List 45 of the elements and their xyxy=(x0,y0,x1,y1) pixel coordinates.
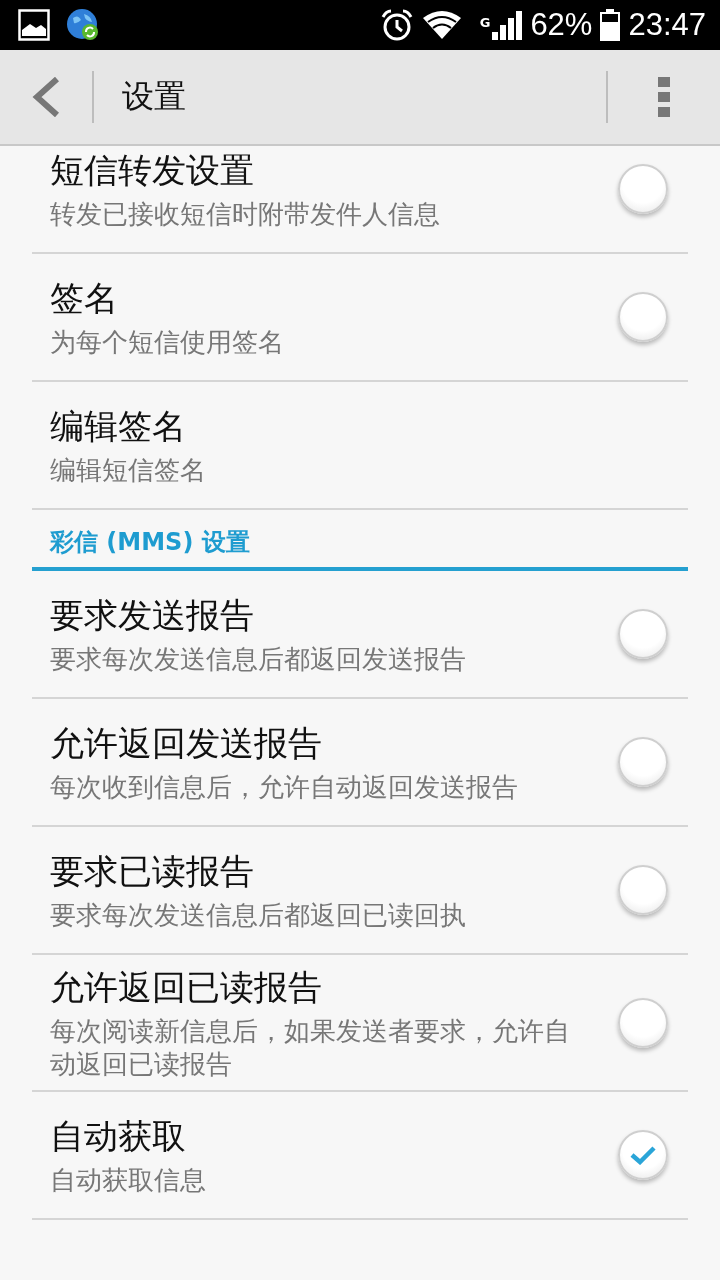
item-title: 自动获取 xyxy=(50,1114,187,1158)
item-title: 要求发送报告 xyxy=(50,593,255,637)
more-icon xyxy=(658,77,670,117)
alarm-clock-icon xyxy=(379,8,414,42)
settings-item[interactable]: 要求发送报告 要求每次发送信息后都返回发送报告 xyxy=(32,571,688,699)
back-chevron-icon xyxy=(31,77,61,117)
wifi-icon xyxy=(421,10,462,40)
battery-percent: 62% xyxy=(530,7,593,43)
item-summary: 自动获取信息 xyxy=(50,1163,207,1197)
clock-time: 23:47 xyxy=(628,7,706,43)
item-summary: 为每个短信使用签名 xyxy=(50,325,285,359)
network-type-label: G xyxy=(479,15,491,30)
item-summary: 要求每次发送信息后都返回发送报告 xyxy=(50,642,467,676)
globe-icon xyxy=(66,8,100,42)
settings-item[interactable]: 允许返回已读报告 每次阅读新信息后，如果发送者要求，允许自动返回已读报告 xyxy=(32,955,688,1092)
settings-item[interactable]: 允许返回发送报告 每次收到信息后，允许自动返回发送报告 xyxy=(32,699,688,827)
settings-item[interactable]: 短信转发设置 转发已接收短信时附带发件人信息 xyxy=(32,146,688,254)
item-title: 签名 xyxy=(50,276,119,320)
checkbox[interactable] xyxy=(618,997,668,1048)
checkbox[interactable] xyxy=(618,164,668,214)
item-title: 允许返回已读报告 xyxy=(50,966,323,1009)
checkbox[interactable] xyxy=(618,737,668,787)
signal-icon xyxy=(492,10,523,40)
picture-icon xyxy=(18,9,50,41)
checkbox[interactable] xyxy=(618,609,668,659)
item-summary: 转发已接收短信时附带发件人信息 xyxy=(50,197,441,231)
item-title: 允许返回发送报告 xyxy=(50,721,323,765)
check-icon xyxy=(630,1145,656,1165)
item-summary: 每次阅读新信息后，如果发送者要求，允许自动返回已读报告 xyxy=(50,1015,571,1080)
settings-item[interactable]: 自动获取 自动获取信息 xyxy=(32,1092,688,1220)
checkbox[interactable] xyxy=(618,1130,668,1180)
screen-title: 设置 xyxy=(121,76,187,117)
checkbox[interactable] xyxy=(618,292,668,342)
checkbox[interactable] xyxy=(618,865,668,915)
section-header: 彩信 (MMS) 设置 xyxy=(32,510,688,571)
item-title: 编辑签名 xyxy=(50,404,187,448)
settings-item[interactable]: 签名 为每个短信使用签名 xyxy=(32,254,688,382)
battery-icon xyxy=(600,9,621,41)
item-summary: 每次收到信息后，允许自动返回发送报告 xyxy=(50,770,519,804)
settings-item[interactable]: 编辑签名 编辑短信签名 xyxy=(32,382,688,510)
item-summary: 要求每次发送信息后都返回已读回执 xyxy=(50,898,467,932)
item-title: 短信转发设置 xyxy=(50,148,255,192)
item-summary: 编辑短信签名 xyxy=(50,453,207,487)
settings-item[interactable]: 要求已读报告 要求每次发送信息后都返回已读回执 xyxy=(32,827,688,955)
item-title: 要求已读报告 xyxy=(50,849,255,893)
